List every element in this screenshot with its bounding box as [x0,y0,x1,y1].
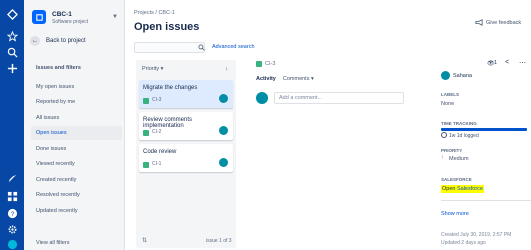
story-icon [143,162,149,168]
give-feedback-button[interactable]: Give feedback [475,19,521,26]
global-navigation: ? [0,0,24,250]
issue-key: CI-2 [152,129,162,135]
megaphone-icon [475,19,483,26]
grid-icon[interactable] [4,188,20,204]
project-name: CBC-1 [52,11,72,18]
filter-my-open-issues[interactable]: My open issues [31,80,122,94]
search-icon[interactable] [4,44,20,60]
filters-heading: Issues and filters [36,65,81,71]
divider [441,200,531,201]
page-title: Open issues [134,21,200,33]
view-all-filters-link[interactable]: View all filters [36,240,70,246]
breadcrumb[interactable]: Projects / CBC-1 [134,10,175,16]
activity-row: Activity Comments ▾ [256,76,314,82]
story-icon [143,98,149,104]
star-icon[interactable] [4,28,20,44]
filter-done-issues[interactable]: Done issues [31,142,122,156]
assignee-name: Sahana [453,72,472,79]
filter-all-issues[interactable]: All issues [31,111,122,125]
issue-pager: issue 1 of 3 [206,238,232,244]
comments-label: Comments [282,76,310,82]
priority-arrow-icon: ↑ [441,155,444,161]
comment-row: Add a comment... [256,92,404,104]
story-icon [143,130,149,136]
salesforce-link-prefix: Open [442,186,457,192]
labels-heading: Labels [441,92,459,97]
project-switcher[interactable]: CBC-1 Software project ▼ [30,8,120,28]
issue-card[interactable]: Review comments implementation CI-2 [139,112,233,140]
watch-count: 1 [494,60,498,66]
project-avatar [32,10,46,24]
priority-value[interactable]: Medium [449,156,469,162]
filter-created-recently[interactable]: Created recently [31,173,122,187]
story-icon [256,61,262,67]
arrow-left-icon: ← [30,36,40,46]
refresh-icon[interactable]: ⇅ [142,237,147,244]
jira-window: ? CBC-1 Software project ▼ ← Back to pro… [0,0,531,250]
plus-icon[interactable] [4,60,20,76]
issue-card[interactable]: Migrate the changes CI-3 [139,80,233,108]
details-panel: 👁 1 < ⋯ Sahana Labels None Time tracking… [441,58,531,250]
sort-bar: Priority ▾ ↓ [142,66,230,76]
chevron-down-icon[interactable]: ▼ [112,14,118,20]
time-logged: 1w 1d logged [449,133,479,139]
share-icon[interactable]: < [505,59,509,66]
salesforce-heading: Salesforce [441,177,472,182]
rocket-icon[interactable] [4,170,20,186]
filter-viewed-recently[interactable]: Viewed recently [31,157,122,171]
search-icon [198,44,205,51]
issue-key: CI-1 [152,161,162,167]
filter-updated-recently[interactable]: Updated recently [31,204,122,218]
labels-value[interactable]: None [441,101,454,107]
assignee-avatar [219,94,228,103]
search-input[interactable] [134,42,205,53]
clock-icon [441,132,447,138]
assignee-avatar [219,126,228,135]
advanced-search-link[interactable]: Advanced search [212,44,255,50]
issue-actions: 👁 1 < ⋯ [441,58,531,70]
assignee-field[interactable]: Sahana [441,71,472,80]
project-sidebar: CBC-1 Software project ▼ ← Back to proje… [24,0,125,250]
show-more-link[interactable]: Show more [441,211,469,217]
issue-title: Code review [143,149,177,155]
user-avatar [256,92,268,104]
sort-direction-icon[interactable]: ↓ [225,66,228,72]
issue-title: Migrate the changes [143,85,198,91]
sort-label: Priority [142,66,160,72]
filter-reported-by-me[interactable]: Reported by me [31,95,122,109]
priority-heading: Priority [441,148,463,153]
issue-key-row[interactable]: CI-3 [256,61,275,67]
settings-icon[interactable] [4,221,20,237]
comment-input[interactable]: Add a comment... [274,92,404,104]
svg-text:?: ? [10,210,14,217]
back-to-project-label: Back to project [46,38,86,44]
issue-list: Priority ▾ ↓ Migrate the changes CI-3 Re… [136,60,236,248]
salesforce-link-label: Salesforce [456,186,483,192]
issue-key: CI-3 [152,97,162,103]
jira-logo-icon[interactable] [4,6,20,22]
back-to-project-button[interactable]: ← Back to project [30,34,122,48]
time-tracking-bar[interactable] [441,128,527,131]
filter-open-issues[interactable]: Open issues [31,126,122,140]
issue-card[interactable]: Code review CI-1 [139,144,233,172]
activity-label: Activity [256,76,276,82]
profile-icon[interactable] [4,236,20,250]
assignee-avatar [441,71,450,80]
more-icon[interactable]: ⋯ [519,59,526,67]
assignee-avatar [219,158,228,167]
issue-detail: CI-3 Activity Comments ▾ Add a comment..… [256,60,431,248]
sort-by-priority-button[interactable]: Priority ▾ [142,66,163,72]
created-timestamp: Created July 30, 2019, 2:57 PM [441,232,512,238]
filter-resolved-recently[interactable]: Resolved recently [31,188,122,202]
main-content: Projects / CBC-1 Open issues Give feedba… [125,0,531,250]
project-type: Software project [52,19,89,25]
time-tracking-fill [441,128,527,131]
give-feedback-label: Give feedback [486,19,522,26]
open-salesforce-link[interactable]: Open Salesforce [441,185,484,193]
help-icon[interactable]: ? [4,205,20,221]
comments-dropdown[interactable]: Comments ▾ [283,76,314,82]
updated-timestamp: Updated 2 days ago [441,240,486,246]
time-tracking-heading: Time tracking [441,121,477,126]
issue-key: CI-3 [265,61,276,67]
